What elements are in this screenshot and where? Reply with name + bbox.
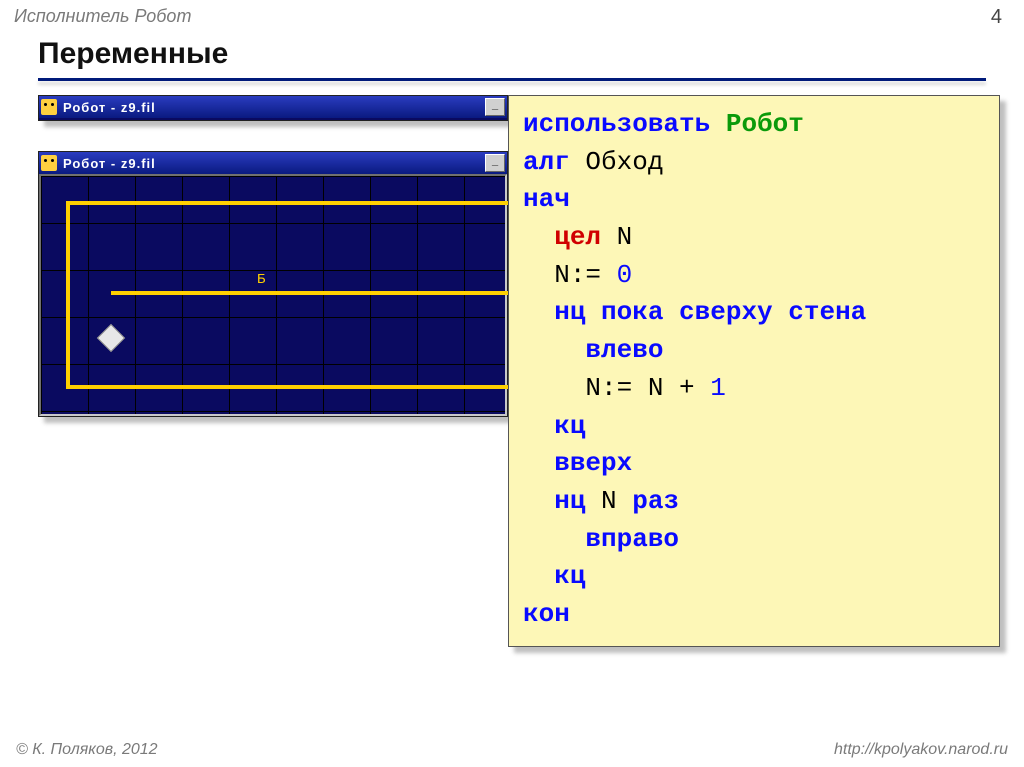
robot-window: Робот - z9.fil _ (38, 151, 508, 417)
wall (66, 201, 511, 205)
minimize-button[interactable]: _ (485, 98, 505, 116)
cell-label: Б (257, 272, 265, 288)
wall (111, 291, 511, 295)
robot-window-collapsed: Робот - z9.fil _ (38, 95, 508, 121)
window-title: Робот - z9.fil (63, 100, 485, 115)
slide-title: Переменные (38, 37, 986, 75)
footer-url: http://kpolyakov.narod.ru (834, 741, 1008, 759)
robot-icon (97, 324, 125, 352)
slide-subject: Исполнитель Робот (0, 0, 1024, 27)
title-underline (38, 78, 986, 81)
robot-grid: Б (39, 174, 507, 416)
minimize-button[interactable]: _ (485, 154, 505, 172)
robot-face-icon (41, 155, 57, 171)
page-number: 4 (991, 6, 1002, 29)
copyright: © К. Поляков, 2012 (16, 741, 158, 759)
code-listing: использовать Робот алг Обход нач цел N N… (508, 95, 1000, 647)
window-title: Робот - z9.fil (63, 156, 485, 171)
robot-face-icon (41, 99, 57, 115)
wall (66, 201, 70, 389)
wall (66, 385, 511, 389)
